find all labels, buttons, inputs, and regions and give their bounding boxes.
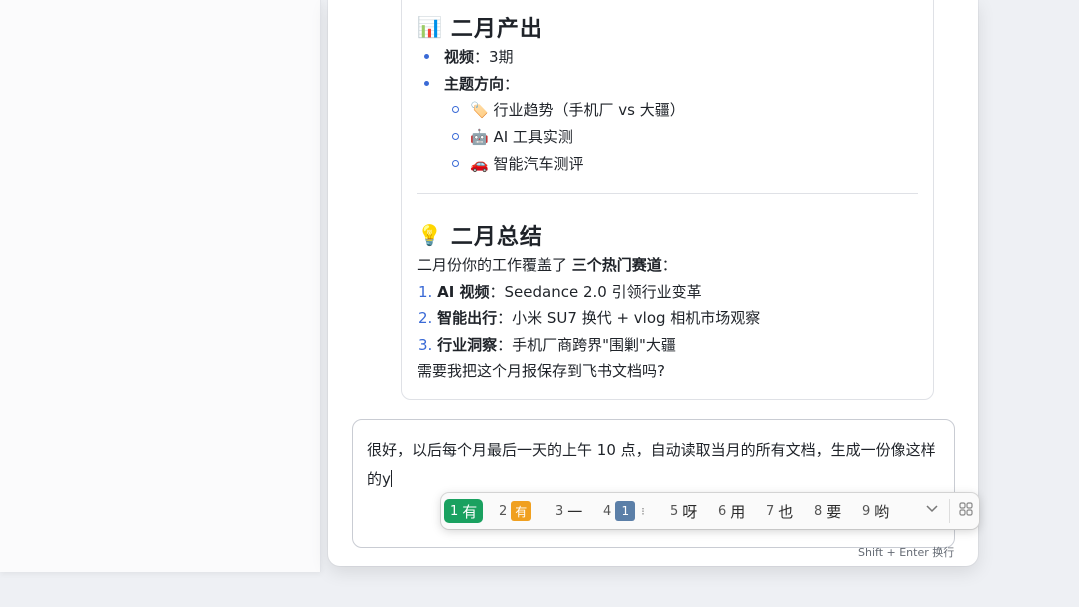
- summary-item: 2. 智能出行：小米 SU7 换代 + vlog 相机市场观察: [418, 307, 760, 328]
- item-number: 2.: [418, 309, 433, 327]
- ime-candidate-3[interactable]: 3一: [555, 499, 582, 523]
- candidate-text: 要: [826, 502, 842, 521]
- summary-intro-bold: 三个热门赛道: [571, 256, 662, 274]
- summary-heading-title: 二月总结: [450, 225, 543, 250]
- summary-intro-text: 二月份你的工作覆盖了: [417, 256, 572, 274]
- ime-candidate-5[interactable]: 5呀: [670, 499, 697, 523]
- ime-candidate-9[interactable]: 9哟: [862, 499, 889, 523]
- message-input-text[interactable]: 很好，以后每个月最后一天的上午 10 点，自动读取当月的所有文档，生成一份像这样…: [367, 436, 947, 494]
- bullet-circle: [452, 160, 459, 167]
- ime-candidate-7[interactable]: 7也: [766, 499, 793, 523]
- candidate-number: 5: [670, 503, 679, 519]
- candidate-number: 9: [862, 503, 871, 519]
- ime-separator: [949, 499, 950, 523]
- summary-intro: 二月份你的工作覆盖了 三个热门赛道：: [417, 254, 677, 275]
- topic-text: 智能汽车测评: [493, 155, 584, 173]
- item-text: ：手机厂商跨界"围剿"大疆: [497, 336, 676, 354]
- newline-hint: Shift + Enter 换行: [858, 546, 955, 559]
- video-value: ：3期: [474, 48, 514, 66]
- candidate-tile: 有: [511, 501, 532, 521]
- ime-candidate-bar: 1有 2有 3一 4 1 ⁝ 5呀 6用 7也 8要 9哟: [441, 493, 979, 529]
- item-number: 1.: [418, 283, 433, 301]
- bullet-dot: [424, 54, 429, 59]
- candidate-number: 1: [450, 503, 459, 519]
- item-text: ：小米 SU7 换代 + vlog 相机市场观察: [497, 309, 761, 327]
- robot-icon: 🤖: [470, 128, 489, 146]
- candidate-number: 3: [555, 503, 564, 519]
- topic-item: 🏷️ 行业趋势（手机厂 vs 大疆）: [470, 99, 685, 120]
- video-line: 视频：3期: [444, 46, 514, 67]
- summary-intro-colon: ：: [661, 256, 677, 274]
- candidate-text: 呀: [682, 502, 698, 521]
- bullet-dot: [424, 81, 429, 86]
- car-icon: 🚗: [470, 155, 489, 173]
- topic-text: 行业趋势（手机厂 vs 大疆）: [493, 101, 685, 119]
- topics-suffix: ：: [504, 75, 520, 93]
- left-panel: [0, 0, 321, 572]
- candidate-more-icon: ⁝: [641, 504, 645, 518]
- candidate-number: 6: [718, 503, 727, 519]
- closing-question: 需要我把这个月报保存到飞书文档吗?: [417, 362, 665, 380]
- candidate-text: 哟: [874, 502, 890, 521]
- topic-text: AI 工具实测: [493, 128, 573, 146]
- topic-item: 🚗 智能汽车测评: [470, 153, 583, 174]
- bullet-circle: [452, 133, 459, 140]
- candidate-text: 有: [462, 502, 478, 521]
- divider: [417, 193, 918, 194]
- candidate-text: 用: [730, 502, 746, 521]
- candidate-text: 一: [567, 502, 583, 521]
- grid-icon[interactable]: [959, 502, 973, 520]
- item-label: AI 视频: [437, 283, 490, 301]
- tag-icon: 🏷️: [470, 101, 489, 119]
- chart-icon: 📊: [417, 15, 443, 39]
- ime-candidate-1[interactable]: 1有: [444, 499, 484, 523]
- ime-candidate-4[interactable]: 4 1 ⁝: [603, 499, 645, 523]
- summary-item: 3. 行业洞察：手机厂商跨界"围剿"大疆: [418, 334, 676, 355]
- candidate-text: 也: [778, 502, 794, 521]
- message-input-value: 很好，以后每个月最后一天的上午 10 点，自动读取当月的所有文档，生成一份像这样…: [367, 441, 936, 488]
- item-text: ：Seedance 2.0 引领行业变革: [489, 283, 702, 301]
- summary-heading: 💡 二月总结: [417, 219, 543, 251]
- item-label: 行业洞察: [437, 336, 498, 354]
- output-heading: 📊 二月产出: [417, 11, 543, 43]
- ime-candidate-2[interactable]: 2有: [499, 499, 532, 523]
- topics-line: 主题方向：: [444, 73, 519, 94]
- candidate-tile: 1: [615, 501, 636, 521]
- candidate-number: 8: [814, 503, 823, 519]
- candidate-number: 2: [499, 503, 508, 519]
- lightbulb-icon: 💡: [417, 223, 443, 247]
- chevron-down-icon[interactable]: [925, 501, 939, 519]
- video-label: 视频: [444, 48, 475, 66]
- topic-item: 🤖 AI 工具实测: [470, 126, 573, 147]
- item-label: 智能出行: [437, 309, 498, 327]
- ime-candidate-8[interactable]: 8要: [814, 499, 841, 523]
- text-caret: [390, 470, 392, 487]
- candidate-number: 7: [766, 503, 775, 519]
- summary-item: 1. AI 视频：Seedance 2.0 引领行业变革: [418, 281, 702, 302]
- ime-candidate-6[interactable]: 6用: [718, 499, 745, 523]
- bullet-circle: [452, 106, 459, 113]
- candidate-number: 4: [603, 503, 612, 519]
- item-number: 3.: [418, 336, 433, 354]
- topics-label: 主题方向: [444, 75, 505, 93]
- output-heading-title: 二月产出: [450, 17, 543, 42]
